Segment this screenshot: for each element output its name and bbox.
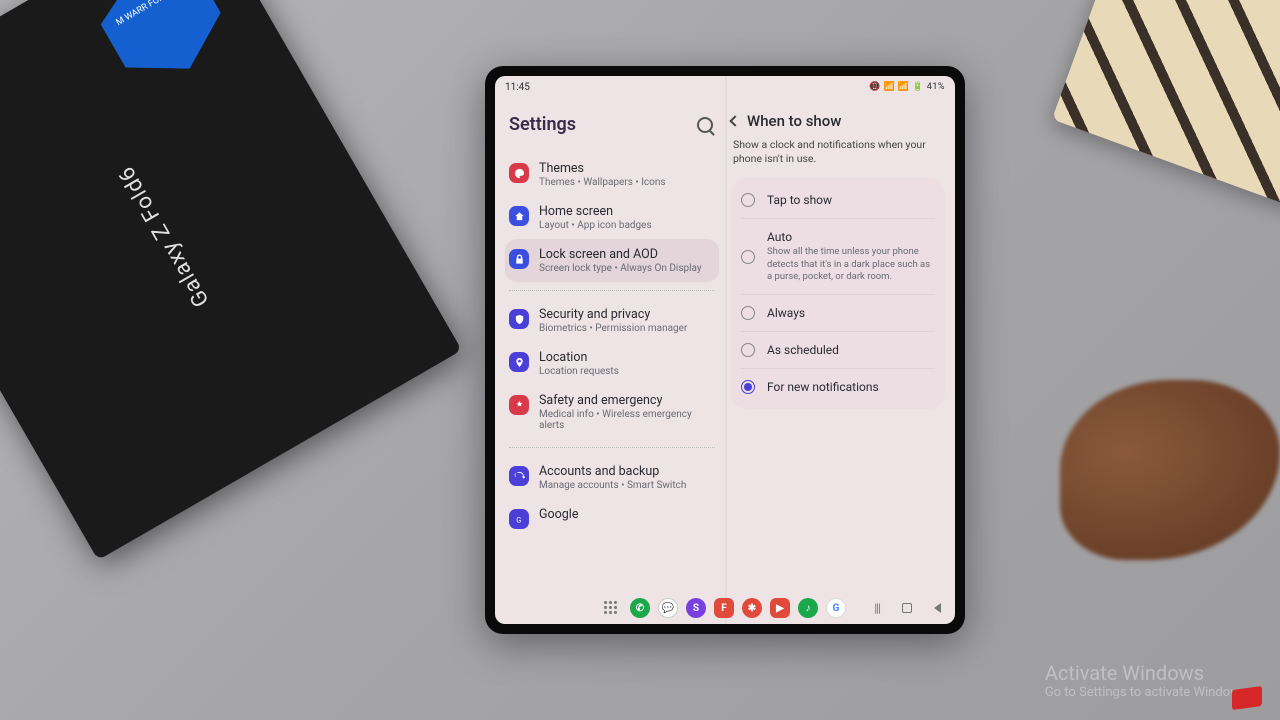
sidebar-item-safety[interactable]: Safety and emergency Medical info • Wire… — [505, 385, 719, 439]
app-icon-spotify[interactable]: ♪ — [798, 598, 818, 618]
windows-watermark: Activate Windows Go to Settings to activ… — [1045, 661, 1250, 700]
detail-pane: When to show Show a clock and notificati… — [725, 98, 955, 592]
location-icon — [509, 352, 529, 372]
app-icon-youtube[interactable]: ▶ — [770, 598, 790, 618]
themes-icon — [509, 163, 529, 183]
sidebar-item-label: Security and privacy — [539, 307, 687, 322]
sidebar-item-sub: Biometrics • Permission manager — [539, 323, 687, 334]
home-button[interactable] — [902, 603, 912, 613]
settings-sidebar: Settings Themes Themes • Wallpapers • Ic… — [495, 98, 725, 592]
hand — [1060, 380, 1280, 560]
radio-option-tap-to-show[interactable]: Tap to show — [731, 182, 945, 218]
sidebar-item-security[interactable]: Security and privacy Biometrics • Permis… — [505, 299, 719, 342]
sidebar-item-themes[interactable]: Themes Themes • Wallpapers • Icons — [505, 153, 719, 196]
radio-option-auto[interactable]: Auto Show all the time unless your phone… — [741, 218, 935, 294]
radio-option-always[interactable]: Always — [741, 294, 935, 331]
product-box: Galaxy Z Fold6 M WARR FOR AFRIC — [0, 0, 462, 560]
radio-label: Always — [767, 306, 805, 320]
radio-icon — [741, 250, 755, 264]
sidebar-item-accounts[interactable]: Accounts and backup Manage accounts • Sm… — [505, 456, 719, 499]
sidebar-item-google[interactable]: G Google — [505, 499, 719, 537]
search-icon[interactable] — [697, 117, 713, 133]
app-icon-messages[interactable]: 💬 — [658, 598, 678, 618]
radio-sub: Show all the time unless your phone dete… — [767, 246, 935, 283]
taskbar: ✆ 💬 S F ✱ ▶ ♪ G ||| — [495, 592, 955, 624]
phone-screen: 11:45 📵 📶 📶 🔋 41% Settings Themes Themes… — [495, 76, 955, 624]
google-icon: G — [509, 509, 529, 529]
sidebar-item-label: Accounts and backup — [539, 464, 686, 479]
radio-option-as-scheduled[interactable]: As scheduled — [741, 331, 935, 368]
status-time: 11:45 — [505, 82, 530, 93]
settings-title: Settings — [509, 114, 576, 135]
radio-icon — [741, 306, 755, 320]
sidebar-item-sub: Themes • Wallpapers • Icons — [539, 177, 666, 188]
lock-icon — [509, 249, 529, 269]
nav-keys: ||| — [874, 601, 941, 615]
radio-icon — [741, 193, 755, 207]
radio-label: For new notifications — [767, 380, 879, 394]
sidebar-item-label: Lock screen and AOD — [539, 247, 702, 262]
warranty-badge-icon: M WARR FOR AFRIC — [87, 0, 237, 96]
sidebar-item-home-screen[interactable]: Home screen Layout • App icon badges — [505, 196, 719, 239]
back-icon[interactable] — [729, 115, 740, 126]
sidebar-item-sub: Manage accounts • Smart Switch — [539, 480, 686, 491]
shield-icon — [509, 309, 529, 329]
phone-frame: 11:45 📵 📶 📶 🔋 41% Settings Themes Themes… — [485, 66, 965, 634]
status-indicators: 📵 📶 📶 🔋 41% — [869, 82, 945, 92]
home-icon — [509, 206, 529, 226]
back-button[interactable] — [934, 603, 941, 613]
radio-label: Auto — [767, 230, 935, 244]
fold-hinge — [725, 76, 727, 624]
channel-logo-icon — [1232, 686, 1262, 710]
box-label: Galaxy Z Fold6 — [114, 161, 215, 311]
sidebar-item-location[interactable]: Location Location requests — [505, 342, 719, 385]
radio-icon — [741, 380, 755, 394]
recents-button[interactable]: ||| — [874, 601, 880, 615]
emergency-icon — [509, 395, 529, 415]
detail-title: When to show — [747, 112, 841, 130]
radio-group-when-to-show: Tap to show Auto Show all the time unles… — [731, 178, 945, 409]
app-icon-samsung-internet[interactable]: S — [686, 598, 706, 618]
radio-label: Tap to show — [767, 193, 832, 207]
radio-icon — [741, 343, 755, 357]
sidebar-item-label: Google — [539, 507, 578, 522]
sidebar-item-label: Home screen — [539, 204, 652, 219]
divider — [509, 447, 715, 448]
sync-icon — [509, 466, 529, 486]
app-icon-flipboard[interactable]: F — [714, 598, 734, 618]
sidebar-item-sub: Location requests — [539, 366, 619, 377]
svg-text:G: G — [516, 515, 521, 524]
radio-label: As scheduled — [767, 343, 839, 357]
sidebar-item-sub: Layout • App icon badges — [539, 220, 652, 231]
wooden-block-prop — [1052, 0, 1280, 208]
app-icon-yelp[interactable]: ✱ — [742, 598, 762, 618]
divider — [509, 290, 715, 291]
radio-option-for-new-notifications[interactable]: For new notifications — [741, 368, 935, 405]
sidebar-item-sub: Screen lock type • Always On Display — [539, 263, 702, 274]
detail-description: Show a clock and notifications when your… — [731, 136, 945, 178]
app-icon-google[interactable]: G — [826, 598, 846, 618]
sidebar-item-label: Location — [539, 350, 619, 365]
app-icon-phone[interactable]: ✆ — [630, 598, 650, 618]
sidebar-item-label: Safety and emergency — [539, 393, 715, 408]
sidebar-item-lock-screen[interactable]: Lock screen and AOD Screen lock type • A… — [505, 239, 719, 282]
sidebar-item-sub: Medical info • Wireless emergency alerts — [539, 409, 715, 431]
app-drawer-icon[interactable] — [604, 601, 618, 615]
sidebar-item-label: Themes — [539, 161, 666, 176]
